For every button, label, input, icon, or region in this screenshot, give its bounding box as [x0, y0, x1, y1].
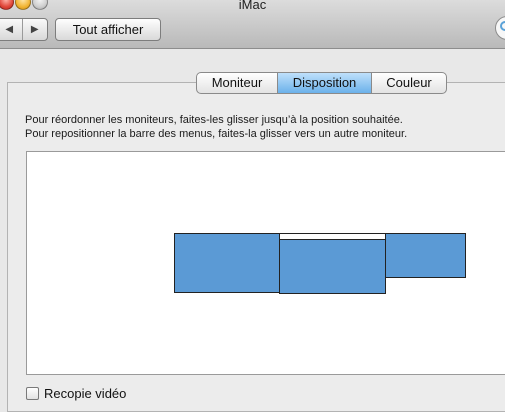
back-forward-control: ◀ ▶ [0, 18, 48, 41]
mirror-displays-checkbox[interactable] [26, 387, 39, 400]
display-1[interactable] [174, 233, 280, 293]
forward-button[interactable]: ▶ [21, 19, 48, 40]
instruction-reorder: Pour réordonner les moniteurs, faites-le… [25, 114, 403, 126]
tab-couleur[interactable]: Couleur [371, 73, 446, 93]
triangle-left-icon: ◀ [5, 24, 14, 35]
search-icon[interactable] [495, 16, 505, 40]
window-title: iMac [238, 0, 267, 12]
display-arrangement-area [26, 151, 505, 375]
tab-disposition[interactable]: Disposition [277, 73, 371, 93]
instructions-text: Pour réordonner les moniteurs, faites-le… [25, 113, 495, 141]
display-2[interactable] [279, 233, 386, 294]
mirror-displays-label: Recopie vidéo [44, 386, 127, 401]
window-toolbar: iMac ◀ ▶ Tout afficher [0, 0, 505, 49]
instruction-menubar: Pour repositionner la barre des menus, f… [25, 128, 408, 140]
display-3[interactable] [385, 233, 466, 278]
show-all-button[interactable]: Tout afficher [55, 18, 161, 41]
menu-bar-indicator[interactable] [280, 234, 385, 240]
mirror-displays-option[interactable]: Recopie vidéo [26, 386, 126, 401]
back-button[interactable]: ◀ [0, 19, 22, 40]
triangle-right-icon: ▶ [30, 24, 39, 35]
tab-bar: Moniteur Disposition Couleur [196, 72, 447, 94]
tab-moniteur[interactable]: Moniteur [197, 73, 277, 93]
